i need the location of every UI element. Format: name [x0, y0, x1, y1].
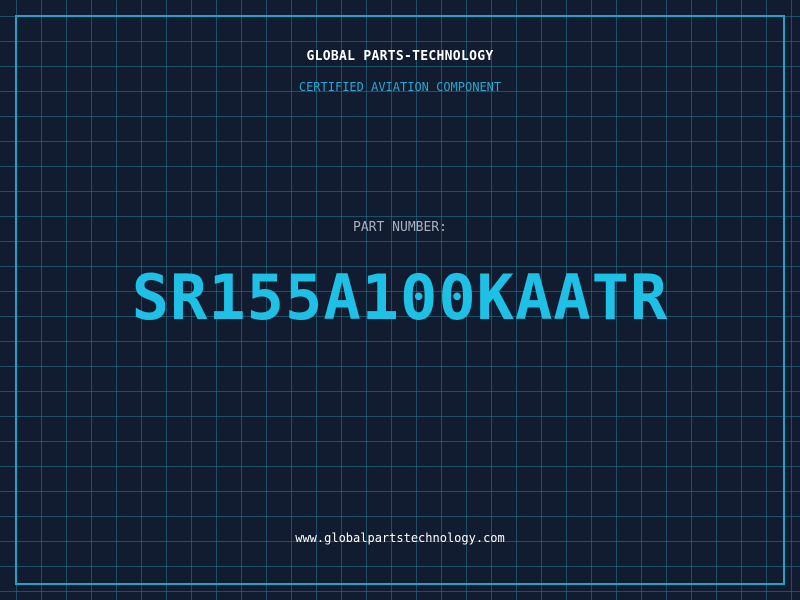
- certification-subtitle: CERTIFIED AVIATION COMPONENT: [298, 80, 502, 94]
- part-number-label: PART NUMBER:: [353, 220, 447, 235]
- label-card: GLOBAL PARTS-TECHNOLOGY CERTIFIED AVIATI…: [0, 0, 800, 600]
- website-url: www.globalpartstechnology.com: [295, 531, 505, 545]
- part-number-value: SR155A100KAATR: [131, 261, 669, 334]
- company-name: GLOBAL PARTS-TECHNOLOGY: [306, 49, 494, 64]
